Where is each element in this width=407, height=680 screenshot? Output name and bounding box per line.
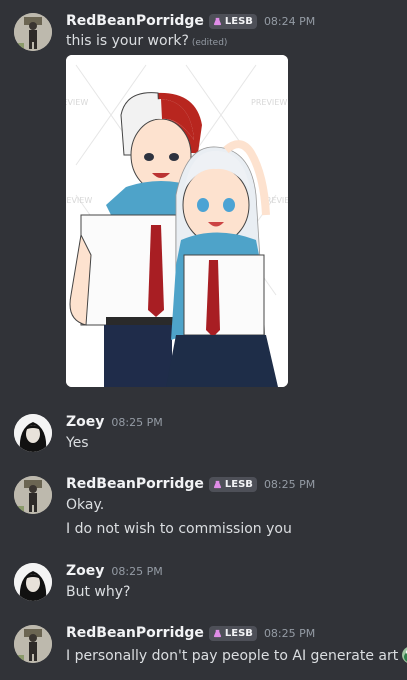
message-header: Zoey 08:25 PM — [66, 560, 163, 582]
message-header: Zoey 08:25 PM — [66, 411, 163, 433]
message-text: I personally don't pay people to AI gene… — [66, 645, 407, 665]
timestamp: 08:25 PM — [111, 415, 163, 429]
server-tag[interactable]: LESB — [208, 13, 257, 29]
timestamp: 08:25 PM — [263, 477, 316, 491]
avatar[interactable] — [14, 476, 52, 514]
message-text: I do not wish to commission you — [66, 521, 292, 537]
sick-face-emoji-icon — [402, 647, 407, 663]
username[interactable]: RedBeanPorridge — [66, 476, 204, 492]
username[interactable]: RedBeanPorridge — [66, 625, 204, 641]
timestamp: 08:25 PM — [263, 626, 316, 640]
image-attachment[interactable]: PREVIEW PREVIEW PREVIEW PREVIEW PREVIEW — [66, 55, 288, 387]
message-header: RedBeanPorridge LESB 08:24 PM — [66, 10, 315, 32]
username[interactable]: Zoey — [66, 563, 104, 579]
message-header: RedBeanPorridge LESB 08:25 PM — [66, 473, 315, 495]
server-tag-label: LESB — [224, 15, 253, 27]
server-tag[interactable]: LESB — [208, 476, 257, 492]
watermark-text: PREVIEW — [251, 98, 287, 107]
avatar[interactable] — [14, 414, 52, 452]
watermark-text: PREVIEW — [66, 196, 92, 205]
server-tag[interactable]: LESB — [208, 625, 257, 641]
username[interactable]: RedBeanPorridge — [66, 13, 204, 29]
message-content: I personally don't pay people to AI gene… — [66, 648, 399, 664]
message-text: Okay. — [66, 497, 105, 513]
message-text: But why? — [66, 584, 131, 600]
edited-label: (edited) — [191, 38, 228, 48]
potion-icon — [213, 629, 222, 637]
avatar[interactable] — [14, 625, 52, 663]
message-header: RedBeanPorridge LESB 08:25 PM — [66, 622, 315, 644]
watermark-text: PREVIEW — [66, 98, 88, 107]
server-tag-label: LESB — [224, 478, 253, 490]
server-tag-label: LESB — [224, 627, 253, 639]
message-content: this is your work? — [66, 33, 189, 49]
message-text: Yes — [66, 435, 89, 451]
timestamp: 08:24 PM — [263, 14, 316, 28]
username[interactable]: Zoey — [66, 414, 104, 430]
message-text: this is your work? (edited) — [66, 33, 227, 49]
potion-icon — [213, 480, 222, 488]
timestamp: 08:25 PM — [111, 564, 163, 578]
avatar[interactable] — [14, 13, 52, 51]
potion-icon — [213, 17, 222, 25]
avatar[interactable] — [14, 563, 52, 601]
